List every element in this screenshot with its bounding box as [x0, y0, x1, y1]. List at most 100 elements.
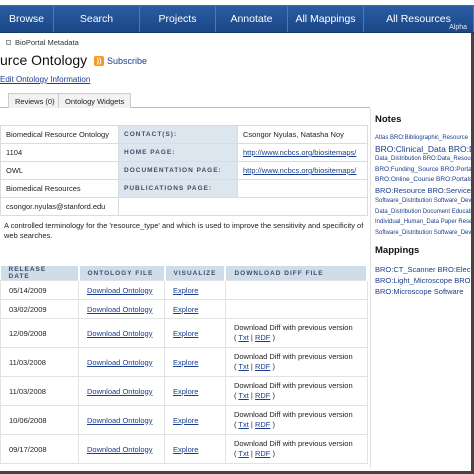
download-ontology-link[interactable]: Download Ontology	[87, 416, 152, 425]
diff-txt-link[interactable]: Txt	[238, 391, 248, 400]
diff-rdf-link[interactable]: RDF	[255, 420, 270, 429]
rss-icon: ))	[94, 56, 104, 66]
diff-txt-link[interactable]: Txt	[238, 362, 248, 371]
explore-link[interactable]: Explore	[173, 358, 198, 367]
column-header-release-date: RELEASE DATE	[0, 266, 80, 281]
ontology-file-cell: Download Ontology	[78, 434, 165, 464]
info-row: csongor.nyulas@stanford.edu	[0, 197, 368, 216]
nav-tab-all-resources[interactable]: All Resources Alpha	[364, 6, 474, 32]
diff-links: ( Txt | RDF )	[234, 362, 359, 372]
nav-tab-all-mappings[interactable]: All Mappings	[288, 6, 364, 32]
documentation-page-label: DOCUMENTATION PAGE:	[118, 161, 238, 180]
contacts-value: Csongor Nyulas, Natasha Noy	[237, 125, 368, 144]
explore-link[interactable]: Explore	[173, 305, 198, 314]
release-date: 05/14/2009	[0, 280, 79, 300]
diff-txt-link[interactable]: Txt	[238, 420, 248, 429]
edit-ontology-link[interactable]: Edit Ontology Information	[0, 75, 90, 84]
version-history-table: RELEASE DATE ONTOLOGY FILE VISUALIZE DOW…	[0, 266, 368, 464]
visualize-cell: Explore	[164, 347, 226, 377]
note-tag[interactable]: BRO:Clinical_Data BRO:Data	[375, 144, 474, 155]
download-ontology-link[interactable]: Download Ontology	[87, 387, 152, 396]
mapping-item[interactable]: BRO:Light_Microscope BRO:M	[375, 275, 474, 286]
table-row: 11/03/2008 Download Ontology Explore Downlo…	[0, 376, 368, 406]
nav-tab-browse[interactable]: Browse	[0, 6, 54, 32]
explore-link[interactable]: Explore	[173, 387, 198, 396]
release-date: 09/17/2008	[0, 434, 79, 464]
diff-block: Download Diff with previous version( Txt…	[234, 352, 359, 372]
note-tag[interactable]: Individual_Human_Data Paper Resear	[375, 217, 474, 228]
download-ontology-link[interactable]: Download Ontology	[87, 305, 152, 314]
note-tag[interactable]: Software_Distribution Software_Deve	[375, 228, 474, 239]
release-date: 03/02/2009	[0, 299, 79, 319]
note-tag[interactable]: Data_Distribution BRO:Data_Resource	[375, 154, 474, 165]
mappings-heading: Mappings	[375, 245, 420, 256]
home-page-link[interactable]: http://www.ncbcs.org/biositemaps/	[243, 148, 356, 157]
diff-links: ( Txt | RDF )	[234, 391, 359, 401]
diff-txt-link[interactable]: Txt	[238, 333, 248, 342]
note-tag[interactable]: BRO:Funding_Source BRO:Portals BRO	[375, 165, 474, 176]
note-tag[interactable]: Software_Distribution Software_Deve	[375, 196, 474, 207]
diff-rdf-link[interactable]: RDF	[255, 449, 270, 458]
table-row: 05/14/2009 Download Ontology Explore	[0, 280, 368, 300]
nav-tab-label: Search	[79, 13, 114, 25]
diff-text: Download Diff with previous version	[233, 410, 353, 419]
diff-rdf-link[interactable]: RDF	[255, 391, 270, 400]
top-navigation: Browse Search Projects Annotate All Mapp…	[0, 5, 474, 33]
alpha-badge: Alpha	[449, 24, 467, 31]
note-tag[interactable]: Data_Distribution Document Educatio	[375, 207, 474, 218]
download-diff-cell: Download Diff with previous version( Txt…	[224, 405, 368, 435]
publications-page-label: PUBLICATIONS PAGE:	[118, 179, 238, 198]
breadcrumb-bullet-icon	[6, 40, 11, 45]
diff-links: ( Txt | RDF )	[234, 333, 359, 343]
nav-tab-label: Browse	[8, 13, 44, 25]
download-ontology-link[interactable]: Download Ontology	[87, 445, 152, 454]
paren: )	[270, 420, 275, 429]
ontology-info-table: Biomedical Resource Ontology CONTACT(S):…	[0, 125, 368, 216]
nav-tab-search[interactable]: Search	[54, 6, 140, 32]
publications-page-value	[237, 179, 368, 198]
diff-block: Download Diff with previous version( Txt…	[234, 323, 359, 343]
ontology-description: A controlled terminology for the 'resour…	[4, 221, 364, 240]
notes-tag-cloud: Atlas BRO:Bibliographic_Resource BRO:Clin…	[375, 133, 474, 238]
explore-link[interactable]: Explore	[173, 329, 198, 338]
ontology-file-cell: Download Ontology	[78, 318, 165, 348]
mapping-item[interactable]: BRO:Microscope Software	[375, 286, 474, 297]
download-ontology-link[interactable]: Download Ontology	[87, 286, 152, 295]
note-tag[interactable]: Atlas BRO:Bibliographic_Resource	[375, 133, 474, 144]
documentation-page-link[interactable]: http://www.ncbcs.org/biositemaps/	[243, 166, 356, 175]
nav-tab-projects[interactable]: Projects	[140, 6, 216, 32]
note-tag[interactable]: BRO:Resource BRO:Service BRO:	[375, 186, 474, 197]
release-date: 10/06/2008	[0, 405, 79, 435]
diff-rdf-link[interactable]: RDF	[255, 333, 270, 342]
mapping-item[interactable]: BRO:CT_Scanner BRO:Electro	[375, 264, 474, 275]
ontology-file-cell: Download Ontology	[78, 280, 165, 300]
diff-text: Download Diff with previous version	[233, 352, 353, 361]
diff-rdf-link[interactable]: RDF	[255, 362, 270, 371]
release-date: 11/03/2008	[0, 376, 79, 406]
documentation-page-cell: http://www.ncbcs.org/biositemaps/	[237, 161, 368, 180]
tab-reviews[interactable]: Reviews (0)	[8, 93, 62, 108]
ontology-tabs: Reviews (0) Ontology Widgets	[0, 93, 370, 108]
ontology-category: Biomedical Resources	[0, 179, 119, 198]
subscribe-link[interactable]: )) Subscribe	[94, 56, 147, 66]
ontology-id: 1104	[0, 143, 119, 162]
tab-ontology-widgets[interactable]: Ontology Widgets	[58, 93, 132, 108]
paren: )	[270, 449, 275, 458]
info-row: Biomedical Resource Ontology CONTACT(S):…	[0, 125, 368, 144]
diff-block: Download Diff with previous version( Txt…	[234, 439, 359, 459]
diff-links: ( Txt | RDF )	[234, 420, 359, 430]
download-ontology-link[interactable]: Download Ontology	[87, 329, 152, 338]
nav-tab-annotate[interactable]: Annotate	[216, 6, 288, 32]
diff-txt-link[interactable]: Txt	[238, 449, 248, 458]
note-tag[interactable]: BRO:Online_Course BRO:Portals BRO	[375, 175, 474, 186]
breadcrumb-label[interactable]: BioPortal Metadata	[15, 38, 79, 47]
paren: )	[270, 362, 275, 371]
explore-link[interactable]: Explore	[173, 286, 198, 295]
explore-link[interactable]: Explore	[173, 416, 198, 425]
diff-links: ( Txt | RDF )	[234, 449, 359, 459]
release-date: 11/03/2008	[0, 347, 79, 377]
download-ontology-link[interactable]: Download Ontology	[87, 358, 152, 367]
download-diff-cell	[224, 299, 368, 319]
visualize-cell: Explore	[164, 299, 226, 319]
explore-link[interactable]: Explore	[173, 445, 198, 454]
